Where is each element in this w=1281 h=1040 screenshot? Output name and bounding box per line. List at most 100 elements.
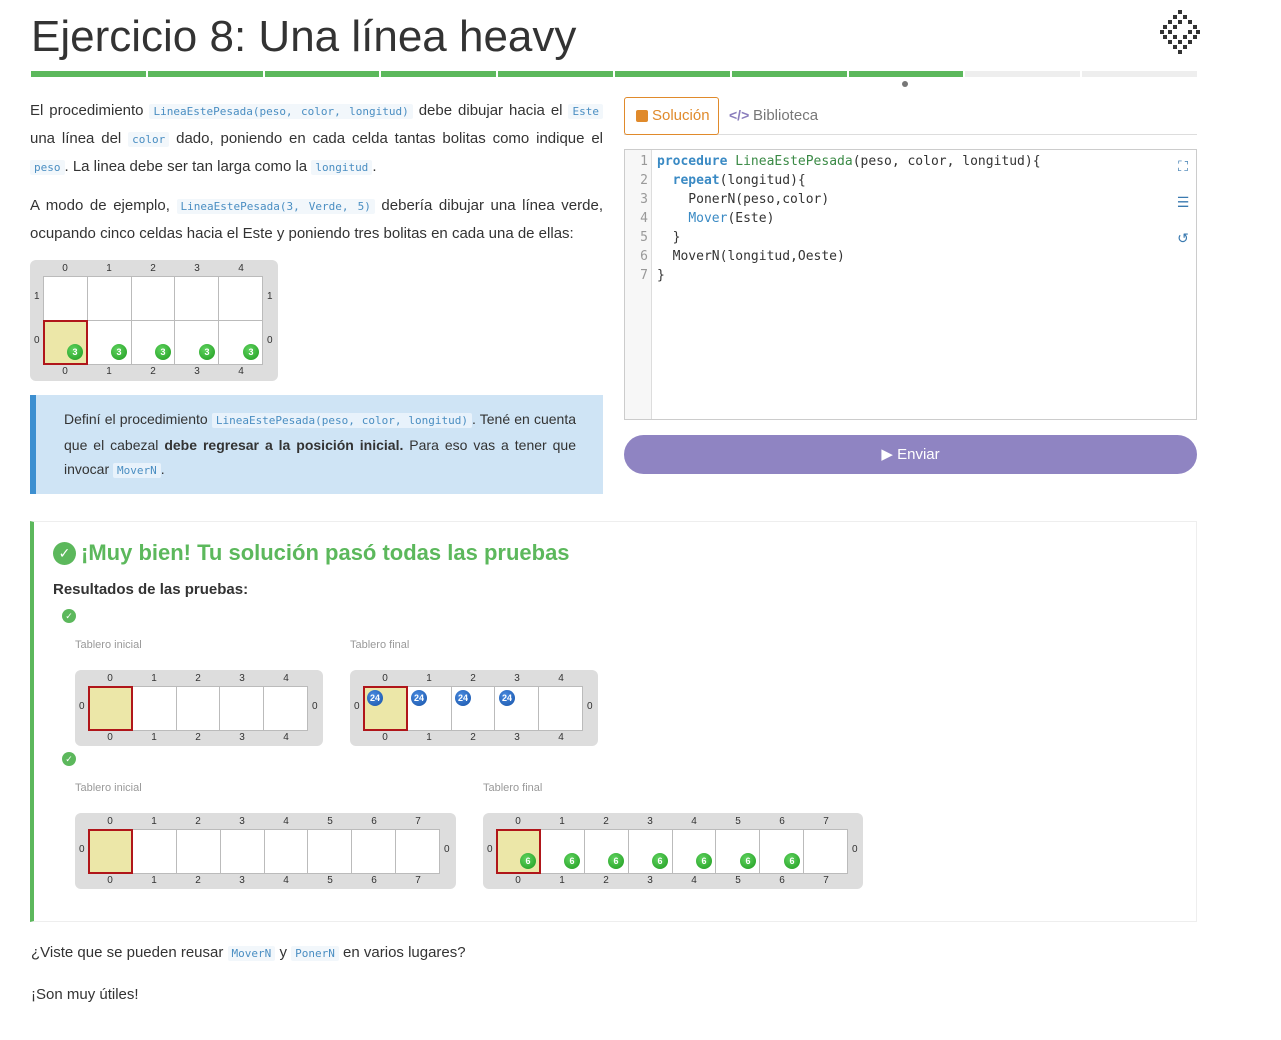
inline-code: LineaEstePesada(peso, color, longitud) [149,104,413,119]
format-code-icon[interactable]: ☰ [1175,194,1191,210]
example-board: 0011223344110033333 [30,260,278,381]
tab-solution[interactable]: Solución [624,97,719,135]
board-column-number: 6 [371,875,377,886]
code-token: MoverN(longitud,Oeste) [657,249,845,264]
exercise-progress-bar [31,71,1197,77]
code-token: LineaEstePesada [735,154,853,169]
tab-library-label: Biblioteca [753,107,819,124]
code-token: (peso, color, longitud){ [852,154,1041,169]
exercise-example-text: A modo de ejemplo, LineaEstePesada(3, Ve… [30,192,603,247]
current-exercise-marker [902,81,908,87]
board-cell [803,829,848,874]
editor-code-line: PonerN(peso,color) [657,192,829,207]
board-cell [263,686,308,731]
editor-line-number: 4 [640,211,648,226]
board-column-number: 5 [735,875,741,886]
board-column-number: 6 [779,816,785,827]
test-2-final-label: Tablero final [483,782,543,794]
board-cell [175,686,221,731]
editor-line-number: 1 [640,154,648,169]
board-column-number: 5 [327,816,333,827]
board-cell [86,276,132,321]
board-column-number: 3 [647,875,653,886]
text-fragment: . [160,461,165,477]
page-title: Ejercicio 8: Una línea heavy [31,12,577,61]
board-cell [174,276,220,321]
text-fragment: ¿Viste que se pueden reusar [31,944,228,961]
board-column-number: 3 [647,816,653,827]
editor-code-line: MoverN(longitud,Oeste) [657,249,845,264]
text-fragment: debe dibujar hacia el [412,102,569,119]
board-column-number: 1 [106,366,112,377]
result-subtitle: Resultados de las pruebas: [53,581,249,598]
text-fragment: El procedimiento [30,102,150,119]
editor-line-number: 6 [640,249,648,264]
board-cell [131,829,177,874]
footer-note: ¡Son muy útiles! [31,986,139,1003]
board-column-number: 3 [239,875,245,886]
board-column-number: 4 [283,875,289,886]
board-column-number: 1 [426,673,432,684]
board-column-number: 6 [779,875,785,886]
board-column-number: 0 [515,875,521,886]
board-column-number: 2 [195,816,201,827]
inline-code: MoverN [113,463,161,478]
fullscreen-icon[interactable]: ⛶ [1175,158,1191,174]
board-column-number: 2 [150,366,156,377]
mumuki-logo-icon [1160,10,1200,54]
board-column-number: 7 [415,875,421,886]
code-token: PonerN(peso,color) [657,192,830,207]
board-column-number: 3 [239,816,245,827]
board-row-number: 0 [267,335,273,346]
board-cell [131,686,177,731]
send-button[interactable]: ▶ Enviar [624,435,1197,474]
code-editor[interactable]: 1234567 ⛶ ☰ ↺ procedure LineaEstePesada(… [624,149,1197,420]
board-cell [219,829,265,874]
progress-segment [31,71,146,77]
board-head [88,686,133,731]
board-column-number: 3 [514,732,520,743]
board-row-number: 0 [79,844,85,855]
progress-segment [614,71,730,77]
board-cell [218,276,263,321]
board-column-number: 4 [283,816,289,827]
board-column-number: 7 [823,816,829,827]
board-cell [175,829,221,874]
board-row-number: 0 [852,844,858,855]
board-cell [395,829,440,874]
inline-code: peso [30,160,65,175]
board-column-number: 2 [150,263,156,274]
code-token: Mover [688,211,728,226]
board-column-number: 1 [151,875,157,886]
board-cell [539,829,585,874]
board-column-number: 3 [194,263,200,274]
code-token: } [657,268,665,283]
test-2-initial-label: Tablero inicial [75,782,142,794]
board-row-number: 0 [444,844,450,855]
board-ball-green: 6 [520,853,536,869]
result-title: ¡Muy bien! Tu solución pasó todas las pr… [81,540,570,565]
edit-icon [636,110,648,122]
inline-code: longitud [311,160,373,175]
board-head [88,829,133,874]
inline-code: LineaEstePesada(3, Verde, 5) [176,199,375,214]
board-column-number: 3 [194,366,200,377]
board-ball-green: 6 [608,853,624,869]
progress-segment [381,71,497,77]
board-column-number: 1 [426,732,432,743]
tab-library[interactable]: </> Biblioteca [729,97,818,135]
board-column-number: 4 [558,732,564,743]
board-row-number: 0 [312,701,318,712]
tab-solution-label: Solución [652,107,710,124]
board-column-number: 2 [195,875,201,886]
board-column-number: 7 [823,875,829,886]
board-column-number: 6 [371,816,377,827]
board-column-number: 1 [151,732,157,743]
reset-code-icon[interactable]: ↺ [1175,230,1191,246]
test-1-pass-icon: ✓ [62,609,76,623]
board-ball-green: 6 [740,853,756,869]
text-fragment: en varios lugares? [338,944,466,961]
progress-segment [731,71,847,77]
